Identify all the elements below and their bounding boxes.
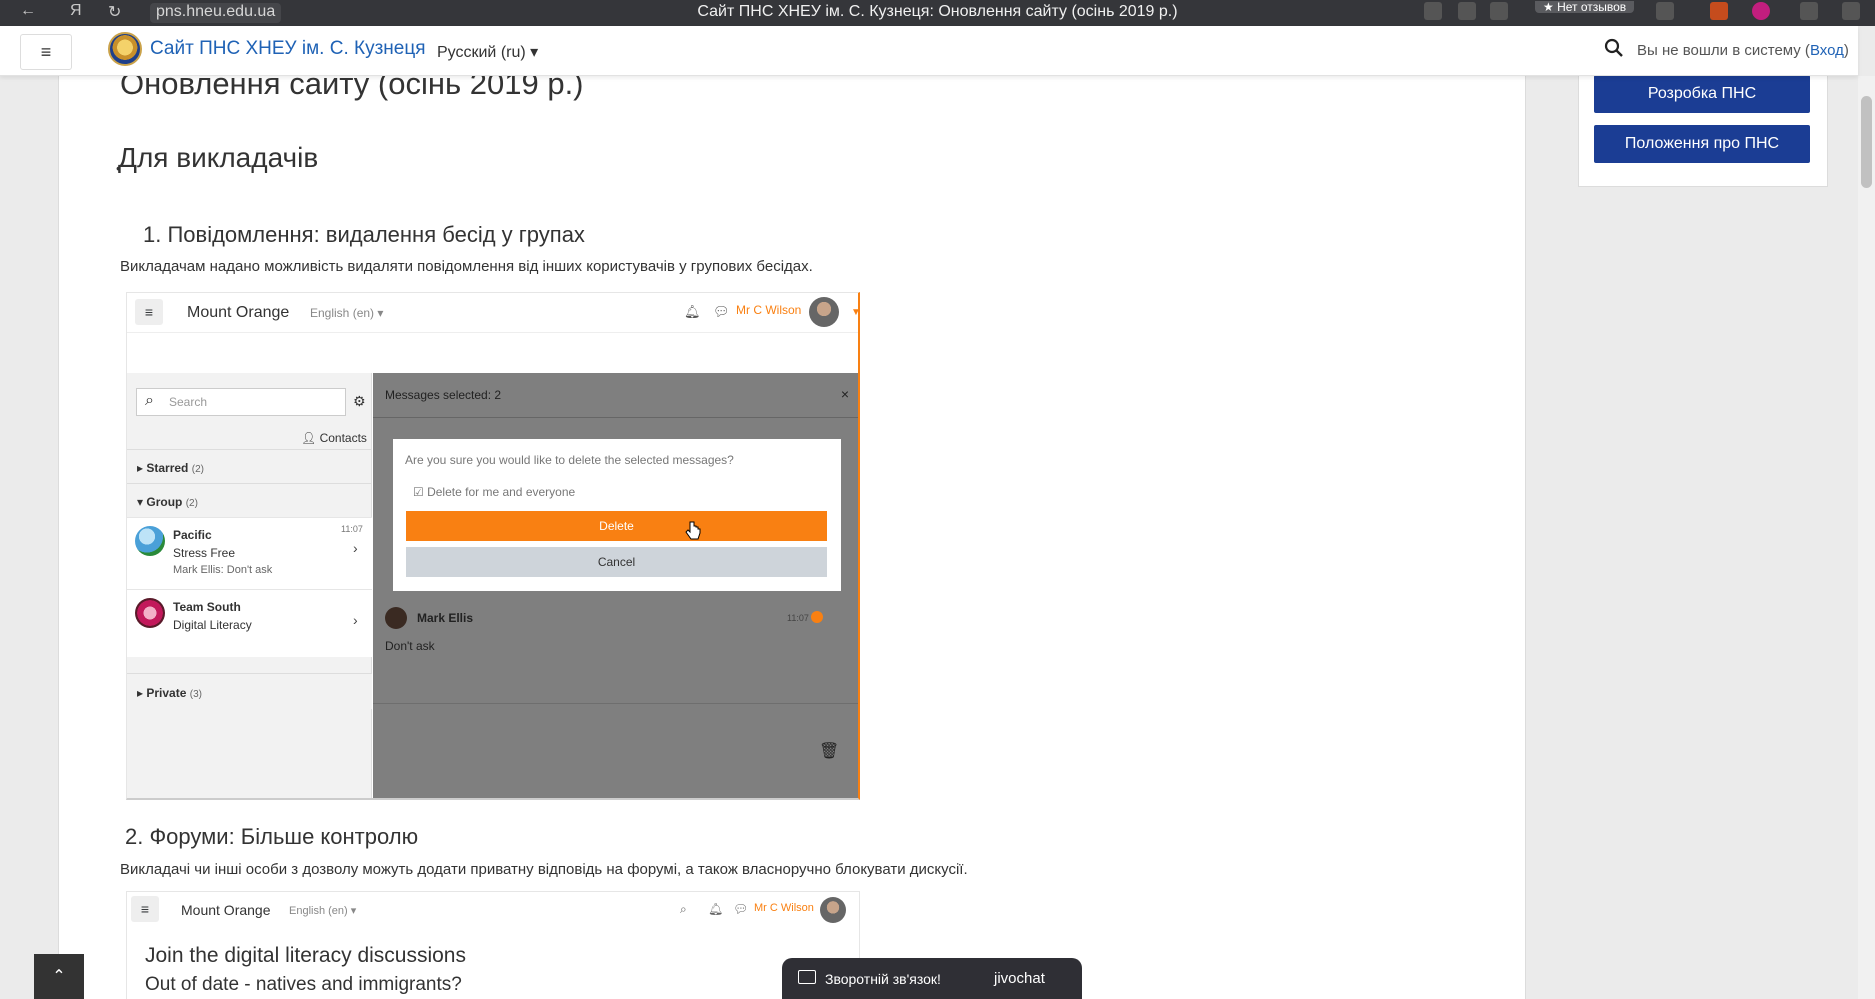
menu-icon: ≡ xyxy=(131,896,159,922)
delete-button: Delete xyxy=(406,511,827,541)
search-icon: ⌕ xyxy=(680,902,687,916)
menu-icon: ≡ xyxy=(135,299,163,325)
gear-icon: ⚙ xyxy=(353,393,366,409)
selection-header: Messages selected: 2 × xyxy=(373,373,858,418)
envelope-icon xyxy=(798,970,816,984)
site-navbar: ≡ Сайт ПНС ХНЕУ ім. С. Кузнеця Русский (… xyxy=(0,26,1858,76)
chat-brand: jivochat xyxy=(994,970,1045,987)
pns-regulations-button[interactable]: Положення про ПНС xyxy=(1594,125,1810,163)
scrollbar-thumb[interactable] xyxy=(1861,96,1872,188)
delete-confirm-dialog: Are you sure you would like to delete th… xyxy=(393,439,841,591)
avatar xyxy=(385,607,407,629)
screenshot-language: English (en) ▾ xyxy=(289,905,357,917)
pns-development-button[interactable]: Розробка ПНС xyxy=(1594,75,1810,113)
menu-toggle-button[interactable]: ≡ xyxy=(20,34,72,70)
screenshot-user: Mr C Wilson xyxy=(736,303,802,317)
chat-icon: 💬︎ xyxy=(733,902,749,916)
cancel-button: Cancel xyxy=(406,547,827,577)
bell-icon: 🔔︎ xyxy=(684,304,701,319)
chat-icon: 💬︎ xyxy=(713,304,730,319)
scrollbar[interactable] xyxy=(1858,76,1875,999)
extension-icon[interactable] xyxy=(1710,2,1728,20)
login-status: Вы не вошли в систему (Вход) xyxy=(1637,42,1849,59)
private-section: ▸ Private (3) xyxy=(127,673,372,709)
close-icon: × xyxy=(840,386,849,402)
item1-heading: 1. Повідомлення: видалення бесід у група… xyxy=(143,222,585,247)
review-badge[interactable]: ★ Нет отзывов xyxy=(1535,1,1635,13)
list-item: Pacific Stress Free Mark Ellis: Don't as… xyxy=(127,517,372,589)
avatar xyxy=(820,897,846,923)
screenshot-user: Mr C Wilson xyxy=(754,902,814,914)
forum-heading: Join the digital literacy discussions xyxy=(145,944,466,967)
divider xyxy=(373,703,858,704)
bell-icon: 🔔︎ xyxy=(708,902,724,916)
site-name-link[interactable]: Сайт ПНС ХНЕУ ім. С. Кузнеця xyxy=(150,38,426,60)
text-size-icon[interactable] xyxy=(1490,2,1508,20)
forum-subheading: Out of date - natives and immigrants? xyxy=(145,974,462,995)
group-section: ▾ Group (2) xyxy=(127,483,372,517)
screenshot-language: English (en) ▾ xyxy=(310,306,384,320)
translate-icon[interactable] xyxy=(1424,2,1442,20)
item1-text: Викладачам надано можливість видаляти по… xyxy=(120,258,813,275)
item2-heading: 2. Форуми: Більше контролю xyxy=(125,824,419,849)
back-to-top-button[interactable]: ⌃ xyxy=(34,954,84,999)
delete-checkbox: ☑ Delete for me and everyone xyxy=(413,485,576,499)
chevron-down-icon: ▼ xyxy=(851,307,860,318)
section-heading: Для викладачів xyxy=(116,142,318,176)
avatar xyxy=(135,526,165,556)
check-icon xyxy=(811,611,823,623)
avatar xyxy=(809,297,839,327)
chevron-up-icon: ⌃ xyxy=(52,968,66,985)
university-logo[interactable] xyxy=(108,32,142,66)
alice-icon[interactable] xyxy=(1752,2,1770,20)
avatar xyxy=(135,598,165,628)
starred-section: ▸ Starred (2) xyxy=(127,449,372,483)
browser-toolbar: ← Я ↻ pns.hneu.edu.ua Сайт ПНС ХНЕУ ім. … xyxy=(0,0,1875,26)
screenshot-search: Search xyxy=(136,388,346,416)
collections-icon[interactable] xyxy=(1800,2,1818,20)
contacts-link: 👤︎ Contacts xyxy=(301,431,367,445)
screenshot-brand: Mount Orange xyxy=(181,902,271,918)
screenshot-brand: Mount Orange xyxy=(187,304,290,321)
chevron-right-icon: › xyxy=(353,540,358,556)
feedback-chat-widget[interactable]: Зворотній зв'язок! jivochat xyxy=(782,958,1082,999)
screenshot-navbar: ≡ Mount Orange English (en) ▾ 🔔︎ 💬︎ Mr C… xyxy=(127,293,858,333)
chevron-right-icon: › xyxy=(353,612,358,628)
item2-text: Викладачі чи інші особи з дозволу можуть… xyxy=(120,861,968,878)
messages-screenshot: ≡ Mount Orange English (en) ▾ 🔔︎ 💬︎ Mr C… xyxy=(126,292,860,800)
conversation-panel: Messages selected: 2 × Are you sure you … xyxy=(373,373,858,798)
conversation-list-panel: Search ⚙ 👤︎ Contacts ▸ Starred (2) ▾ Gro… xyxy=(127,373,372,798)
download-icon[interactable] xyxy=(1842,2,1860,20)
bookmark-icon[interactable] xyxy=(1656,2,1674,20)
language-menu[interactable]: Русский (ru) ▾ xyxy=(437,42,538,62)
trash-icon: 🗑︎ xyxy=(819,743,840,760)
chat-label: Зворотній зв'язок! xyxy=(825,971,941,987)
search-icon[interactable] xyxy=(1603,37,1625,59)
reader-icon[interactable] xyxy=(1458,2,1476,20)
list-item: Team South Digital Literacy › xyxy=(127,589,372,657)
login-link[interactable]: Вход xyxy=(1810,42,1844,59)
hand-cursor-icon xyxy=(685,521,701,540)
forum-screenshot: ≡ Mount Orange English (en) ▾ ⌕ 🔔︎ 💬︎ Mr… xyxy=(126,891,860,999)
message-item: Mark Ellis 11:07 Don't ask xyxy=(385,607,845,667)
